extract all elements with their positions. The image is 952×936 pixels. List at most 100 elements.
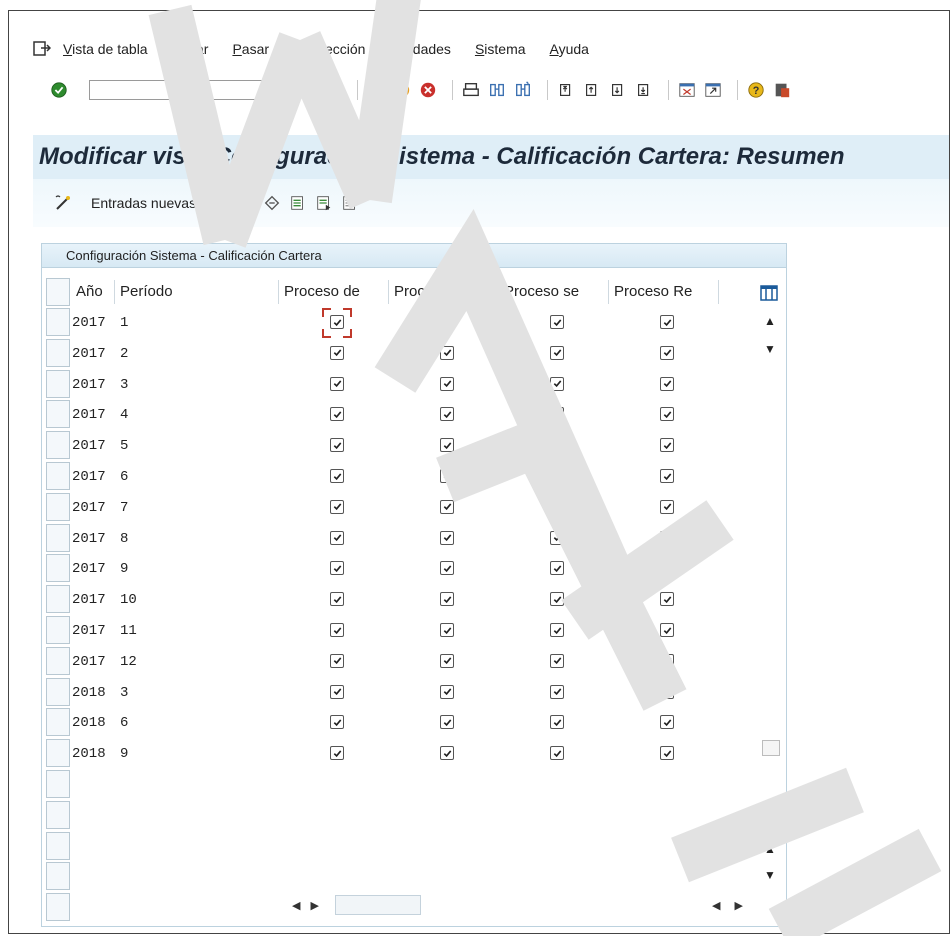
checkbox-proceso-4[interactable] (660, 499, 674, 514)
checkbox-proceso-3[interactable] (550, 592, 564, 607)
delete-icon[interactable] (236, 193, 256, 213)
checkbox-proceso-2[interactable] (440, 746, 454, 761)
last-page-icon[interactable] (634, 80, 654, 100)
checkbox-proceso-3[interactable] (550, 345, 564, 360)
checkbox-proceso-4[interactable] (660, 530, 674, 545)
checkbox-proceso-3[interactable] (550, 746, 564, 761)
checkbox-proceso-1[interactable] (330, 561, 344, 576)
checkbox-proceso-1[interactable] (330, 499, 344, 514)
checkbox-proceso-4[interactable] (660, 623, 674, 637)
chevron-down-icon[interactable]: ▾ (278, 83, 284, 97)
checkbox-proceso-4[interactable] (660, 653, 674, 668)
checkbox-proceso-3[interactable] (550, 561, 564, 576)
checkbox-proceso-2[interactable] (440, 623, 454, 637)
checkbox-proceso-3[interactable] (550, 438, 564, 453)
back-icon[interactable] (297, 80, 317, 100)
column-header-periodo[interactable]: Período (120, 280, 173, 304)
scroll-left-icon[interactable]: ◀ (712, 899, 720, 912)
checkbox-proceso-1[interactable] (330, 623, 344, 637)
checkbox-proceso-1[interactable] (330, 345, 344, 360)
row-selector[interactable] (46, 770, 70, 798)
scroll-right-icon[interactable]: ▶ (310, 899, 318, 912)
scroll-up-icon[interactable]: ▲ (764, 314, 776, 328)
checkbox-proceso-4[interactable] (660, 407, 674, 422)
select-all-cell[interactable] (46, 278, 70, 306)
new-entries-icon[interactable] (53, 193, 73, 213)
checkbox-proceso-4[interactable] (660, 345, 674, 360)
checkbox-proceso-2[interactable] (440, 345, 454, 360)
print-icon[interactable] (461, 80, 481, 100)
checkbox-proceso-2[interactable] (440, 438, 454, 453)
checkbox-proceso-3[interactable] (550, 623, 564, 637)
menu-utilidades[interactable]: Utilidades (389, 41, 451, 57)
column-config-icon[interactable] (760, 284, 778, 302)
checkbox-proceso-3[interactable] (550, 499, 564, 514)
checkbox-proceso-2[interactable] (440, 407, 454, 422)
column-header-proceso-se[interactable]: Proceso se (504, 280, 579, 304)
checkbox-proceso-3[interactable] (550, 469, 564, 483)
green-back-icon[interactable] (366, 80, 386, 100)
enter-check-icon[interactable] (49, 80, 69, 100)
create-session-icon[interactable] (677, 80, 697, 100)
checkbox-proceso-3[interactable] (550, 684, 564, 699)
next-page-icon[interactable] (608, 80, 628, 100)
checkbox-proceso-1[interactable] (330, 715, 344, 730)
checkbox-proceso-4[interactable] (660, 715, 674, 730)
checkbox-proceso-4[interactable] (660, 592, 674, 607)
checkbox-proceso-2[interactable] (440, 315, 454, 329)
checkbox-proceso-4[interactable] (660, 438, 674, 453)
prev-page-icon[interactable] (582, 80, 602, 100)
horizontal-scrollbar-thumb[interactable] (334, 895, 421, 915)
command-input[interactable] (90, 81, 264, 101)
checkbox-proceso-2[interactable] (440, 376, 454, 391)
row-selector[interactable] (46, 893, 70, 922)
checkbox-proceso-1[interactable] (330, 684, 344, 699)
checkbox-proceso-2[interactable] (440, 561, 454, 576)
vertical-scrollbar-thumb[interactable] (762, 740, 780, 756)
column-header-ano[interactable]: Año (76, 280, 103, 304)
checkbox-proceso-2[interactable] (440, 499, 454, 514)
checkbox-proceso-3[interactable] (550, 715, 564, 730)
find-icon[interactable] (487, 80, 507, 100)
column-header-proceso-re[interactable]: Proceso Re (614, 280, 692, 304)
menu-sistema[interactable]: Sistema (475, 41, 526, 57)
checkbox-proceso-1[interactable] (330, 438, 344, 453)
checkbox-proceso-2[interactable] (440, 684, 454, 699)
checkbox-proceso-1[interactable] (330, 530, 344, 545)
checkbox-proceso-3[interactable] (550, 407, 564, 422)
column-header-proceso-de[interactable]: Proceso de (284, 280, 360, 304)
help-icon[interactable]: ? (746, 80, 766, 100)
cancel-icon[interactable] (418, 80, 438, 100)
menu-tratar[interactable]: Tratar (172, 41, 209, 57)
checkbox-proceso-4[interactable] (660, 376, 674, 391)
checkbox-proceso-3[interactable] (550, 376, 564, 391)
checkbox-proceso-3[interactable] (550, 315, 564, 329)
save-icon[interactable] (323, 80, 343, 100)
copy-icon[interactable] (210, 193, 230, 213)
new-entries-button[interactable]: Entradas nuevas (91, 195, 196, 211)
scroll-down-icon[interactable]: ▼ (764, 342, 776, 356)
first-page-icon[interactable] (556, 80, 576, 100)
menu-pasar-a[interactable]: Pasar a (232, 41, 280, 57)
scroll-left-icon[interactable]: ◀ (292, 899, 300, 912)
select-block-icon[interactable] (314, 193, 334, 213)
row-selector[interactable] (46, 862, 70, 891)
checkbox-proceso-1[interactable] (330, 653, 344, 668)
scroll-right-icon[interactable]: ▶ (734, 899, 742, 912)
menu-exit-icon[interactable] (33, 41, 51, 57)
row-selector[interactable] (46, 800, 70, 829)
checkbox-proceso-1[interactable] (330, 376, 344, 391)
menu-seleccion[interactable]: Selección (305, 41, 366, 57)
menu-vista-de-tabla[interactable]: Vista de tabla (63, 41, 148, 57)
deselect-all-icon[interactable] (340, 193, 360, 213)
checkbox-proceso-3[interactable] (550, 530, 564, 545)
checkbox-proceso-4[interactable] (660, 561, 674, 576)
shortcut-icon[interactable] (703, 80, 723, 100)
checkbox-proceso-1[interactable] (330, 407, 344, 422)
checkbox-proceso-1[interactable] (330, 746, 344, 761)
checkbox-proceso-2[interactable] (440, 592, 454, 607)
checkbox-proceso-2[interactable] (440, 715, 454, 730)
checkbox-proceso-2[interactable] (440, 530, 454, 545)
scroll-down-icon[interactable]: ▼ (764, 868, 776, 882)
scroll-up-icon[interactable]: ▲ (764, 842, 776, 856)
